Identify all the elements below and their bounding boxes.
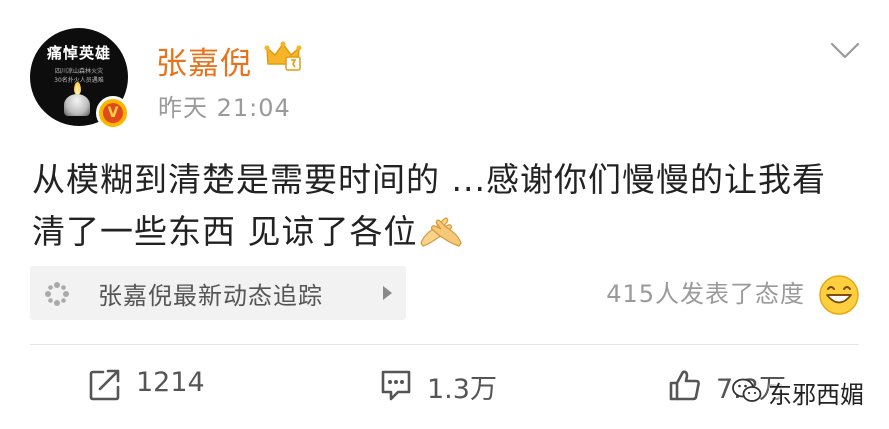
- post-content-line1: 从模糊到清楚是需要时间的 ...感谢你们慢慢的让我看: [32, 160, 826, 199]
- topic-label: 张嘉倪最新动态追踪: [98, 282, 323, 310]
- repost-icon: [89, 369, 120, 401]
- candle-icon: [64, 94, 90, 116]
- hands-emoji-icon: [419, 217, 462, 247]
- topic-arrow-icon: [383, 286, 392, 300]
- grin-emoji-icon[interactable]: [818, 274, 860, 316]
- verified-badge-letter: V: [103, 103, 123, 123]
- wechat-icon: [732, 378, 762, 402]
- like-icon: [669, 370, 700, 401]
- post-timestamp: 昨天 21:04: [158, 94, 291, 122]
- reactions-summary[interactable]: 415人发表了态度: [606, 274, 805, 309]
- avatar-subtitle-line1: 四川凉山森林火灾: [54, 68, 103, 75]
- topic-icon: [45, 282, 69, 306]
- post-content: 从模糊到清楚是需要时间的 ...感谢你们慢慢的让我看 清了一些东西 见谅了各位: [32, 154, 872, 258]
- repost-count: 1214: [136, 367, 205, 398]
- post-content-line2: 清了一些东西 见谅了各位: [32, 212, 418, 251]
- chevron-down-icon[interactable]: [829, 40, 861, 62]
- comment-count: 1.3万: [427, 374, 497, 405]
- post-content-line2-wrap: 清了一些东西 见谅了各位: [32, 206, 872, 258]
- topic-card[interactable]: 张嘉倪最新动态追踪: [30, 266, 406, 320]
- avatar-title: 痛悼英雄: [46, 44, 111, 62]
- weibo-post: 痛悼英雄 四川凉山森林火灾 30名扑火人员遇难 V 张嘉倪 昨天 21:04 从…: [0, 0, 889, 429]
- comment-icon: [381, 370, 411, 401]
- username[interactable]: 张嘉倪: [156, 38, 252, 83]
- watermark-text: 东邪西媚: [768, 381, 864, 409]
- verified-badge-icon: V: [96, 96, 130, 130]
- vip-crown-icon: [264, 41, 302, 71]
- divider: [30, 344, 859, 345]
